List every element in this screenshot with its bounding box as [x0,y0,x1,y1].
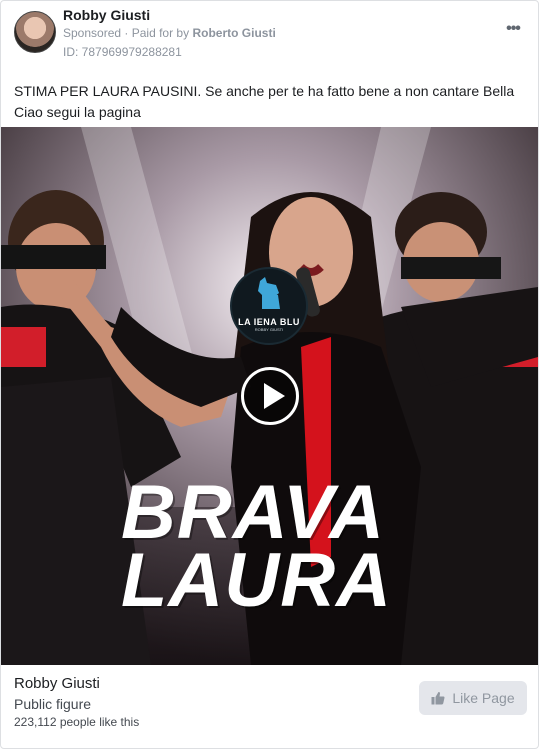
video-thumbnail[interactable]: LA IENA BLU ROBBY GIUSTI BRAVA LAURA [1,127,538,665]
footer-category: Public figure [14,696,92,712]
page-avatar[interactable] [14,11,56,53]
footer-likes-count: 223,112 people like this [14,715,140,729]
post-footer: Robby Giusti Public figure 223,112 peopl… [1,665,538,748]
paid-for-prefix: Paid for by [131,26,190,40]
thumbs-up-icon [431,691,445,705]
logo-text: LA IENA BLU ROBBY GIUSTI [238,317,300,332]
paid-for-name: Roberto Giusti [192,26,276,40]
la-iena-blu-logo [230,267,308,345]
ad-id: ID: 787969979288281 [63,45,182,59]
page-name[interactable]: Robby Giusti [63,7,150,23]
separator-dot: · [124,26,129,40]
more-options-button[interactable]: ••• [502,20,524,37]
sponsored-label: Sponsored [63,26,122,40]
post-body-text: STIMA PER LAURA PAUSINI. Se anche per te… [14,83,515,120]
like-page-button[interactable]: Like Page [419,681,527,715]
footer-page-name[interactable]: Robby Giusti [14,675,100,692]
ad-card: Robby Giusti Sponsored · Paid for by Rob… [0,0,539,749]
like-page-label: Like Page [452,690,515,706]
play-button[interactable] [241,367,299,425]
sponsored-line: Sponsored · Paid for by Roberto Giusti [63,26,276,40]
play-icon [264,383,285,409]
post-header: Robby Giusti Sponsored · Paid for by Rob… [1,1,538,65]
headline-line-2: LAURA [121,538,392,623]
more-dots-icon: ••• [506,20,521,37]
